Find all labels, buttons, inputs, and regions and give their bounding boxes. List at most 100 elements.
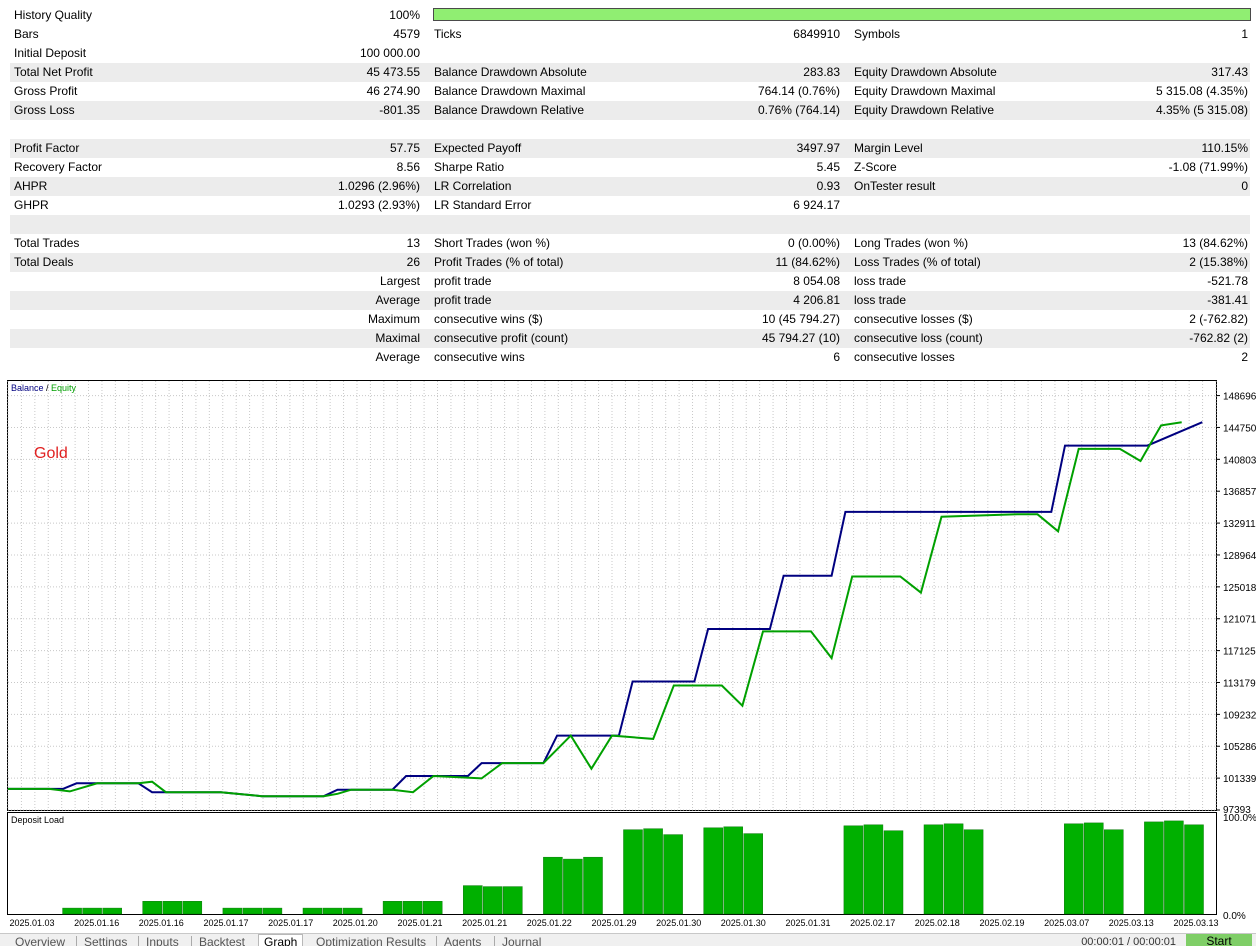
deposit-load-bar — [643, 828, 663, 915]
stat-value-b: 11 (84.62%) — [775, 255, 840, 269]
stat-value-b: 45 794.27 (10) — [761, 331, 840, 345]
x-axis-date-label: 2025.01.30 — [656, 918, 701, 928]
stat-value-a: Largest — [379, 274, 420, 288]
stat-value-b: 283.83 — [803, 65, 840, 79]
stat-label-c: Loss Trades (% of total) — [854, 255, 981, 269]
tab-backtest[interactable]: Backtest — [199, 935, 245, 946]
stat-label-b: consecutive profit (count) — [434, 331, 569, 345]
stat-label-a: Bars — [14, 27, 39, 41]
stat-value-b: 6849910 — [793, 27, 840, 41]
stat-label-c: OnTester result — [854, 179, 936, 193]
deposit-load-bar — [382, 901, 403, 915]
x-axis-date-label: 2025.03.13 — [1173, 918, 1218, 928]
deposit-load-bar — [583, 856, 603, 915]
deposit-load-bar — [62, 907, 82, 915]
tab-agents[interactable]: Agents — [444, 935, 481, 946]
deposit-load-bar — [943, 823, 964, 915]
deposit-load-bar — [923, 824, 944, 915]
stats-row: Largest profit trade 8 054.08 loss trade -52… — [10, 272, 1250, 291]
stat-value-a: 1.0296 (2.96%) — [337, 179, 420, 193]
tab-optimization-results[interactable]: Optimization Results — [316, 935, 426, 946]
legend-balance: Balance — [11, 383, 44, 393]
stat-value-a: -801.35 — [379, 103, 420, 117]
tab-overview[interactable]: Overview — [15, 935, 65, 946]
y-tick-label: 148696 — [1223, 392, 1256, 403]
chart-legend: Balance / Equity — [11, 383, 77, 393]
deposit-load-bar — [162, 901, 183, 915]
stat-label-b: Balance Drawdown Absolute — [434, 65, 587, 79]
stats-row: Gross Profit 46 274.90 Balance Drawdown Ma… — [10, 82, 1250, 101]
tab-graph[interactable]: Graph — [258, 934, 304, 946]
deposit-load-bar — [1144, 821, 1164, 915]
deposit-load-bar — [543, 856, 563, 915]
stat-value-a: 45 473.55 — [366, 65, 420, 79]
history-quality-value: 100% — [389, 8, 420, 22]
deposit-load-bar — [182, 901, 203, 915]
deposit-load-bar — [563, 858, 583, 915]
stats-row: Bars 4579 Ticks 6849910 Symbols 1 — [10, 25, 1250, 44]
deposit-load-bar — [1084, 822, 1104, 915]
stat-label-c: Symbols — [854, 27, 901, 41]
stat-value-b: 6 — [833, 350, 840, 364]
stats-row: AHPR 1.0296 (2.96%) LR Correlation 0.93 OnTe… — [10, 177, 1250, 196]
y-tick-label: 132911 — [1223, 519, 1256, 530]
stat-label-b: Profit Trades (% of total) — [434, 255, 564, 269]
legend-separator: / — [44, 383, 52, 393]
stat-value-c: 110.15% — [1201, 141, 1248, 155]
deposit-load-bar — [142, 901, 162, 915]
stat-label-b: consecutive wins — [434, 350, 525, 364]
y-tick-label: 125018 — [1223, 583, 1256, 594]
stats-row: Average consecutive wins 6 consecutive loss… — [10, 348, 1250, 367]
y-tick-label: 136857 — [1223, 487, 1256, 498]
stats-row: Total Deals 26 Profit Trades (% of total) 1… — [10, 253, 1250, 272]
x-axis-date-label: 2025.02.19 — [979, 918, 1024, 928]
y-tick-label: 140803 — [1223, 455, 1256, 466]
stat-value-b: 0.93 — [816, 179, 840, 193]
stat-value-c: 13 (84.62%) — [1182, 236, 1248, 250]
deposit-load-bar — [883, 830, 904, 915]
deposit-load-bar — [222, 907, 243, 915]
stat-value-b: 0.76% (764.14) — [757, 103, 840, 117]
stats-row — [10, 120, 1250, 139]
tab-inputs[interactable]: Inputs — [146, 935, 179, 946]
stat-label-b: consecutive wins ($) — [434, 312, 543, 326]
stat-label-c: Long Trades (won %) — [854, 236, 969, 250]
stat-label-c: Margin Level — [854, 141, 923, 155]
deposit-load-bar — [663, 834, 683, 915]
stat-label-c: consecutive loss (count) — [854, 331, 983, 345]
deposit-load-bar — [262, 907, 283, 915]
stat-label-c: Equity Drawdown Absolute — [854, 65, 997, 79]
stats-row: Initial Deposit 100 000.00 — [10, 44, 1250, 63]
stat-label-c: loss trade — [854, 293, 907, 307]
stat-value-b: 10 (45 794.27) — [761, 312, 840, 326]
deposit-load-bar — [402, 901, 423, 915]
tab-journal[interactable]: Journal — [502, 935, 541, 946]
deposit-load-y-max: 100.0% — [1223, 813, 1256, 824]
x-axis-date-label: 2025.01.30 — [721, 918, 766, 928]
stat-label-b: Sharpe Ratio — [434, 160, 505, 174]
stat-value-a: Maximum — [367, 312, 420, 326]
stat-label-a: Total Net Profit — [14, 65, 93, 79]
stat-label-a: Total Trades — [14, 236, 80, 250]
x-axis-date-label: 2025.03.13 — [1109, 918, 1154, 928]
stat-value-a: 4579 — [393, 27, 420, 41]
x-axis-date-label: 2025.01.17 — [268, 918, 313, 928]
stat-label-b: Ticks — [434, 27, 462, 41]
deposit-load-bar — [422, 901, 443, 915]
stat-value-c: 2 (-762.82) — [1189, 312, 1248, 326]
start-button[interactable]: Start — [1186, 934, 1252, 946]
stat-label-a: Total Deals — [14, 255, 74, 269]
stat-label-c: Equity Drawdown Maximal — [854, 84, 996, 98]
tab-settings[interactable]: Settings — [84, 935, 127, 946]
deposit-load-bar — [322, 907, 343, 915]
stats-row: Maximal consecutive profit (count) 45 794.… — [10, 329, 1250, 348]
stat-value-a: 57.75 — [389, 141, 420, 155]
x-axis-date-label: 2025.01.22 — [527, 918, 572, 928]
stats-row: GHPR 1.0293 (2.93%) LR Standard Error 6 924… — [10, 196, 1250, 215]
deposit-load-bar — [463, 885, 483, 915]
y-tick-label: 109232 — [1223, 710, 1256, 721]
x-axis-date-label: 2025.03.07 — [1044, 918, 1089, 928]
stat-label-b: Expected Payoff — [434, 141, 522, 155]
deposit-load-bar — [863, 824, 884, 915]
deposit-load-bar — [483, 886, 503, 915]
